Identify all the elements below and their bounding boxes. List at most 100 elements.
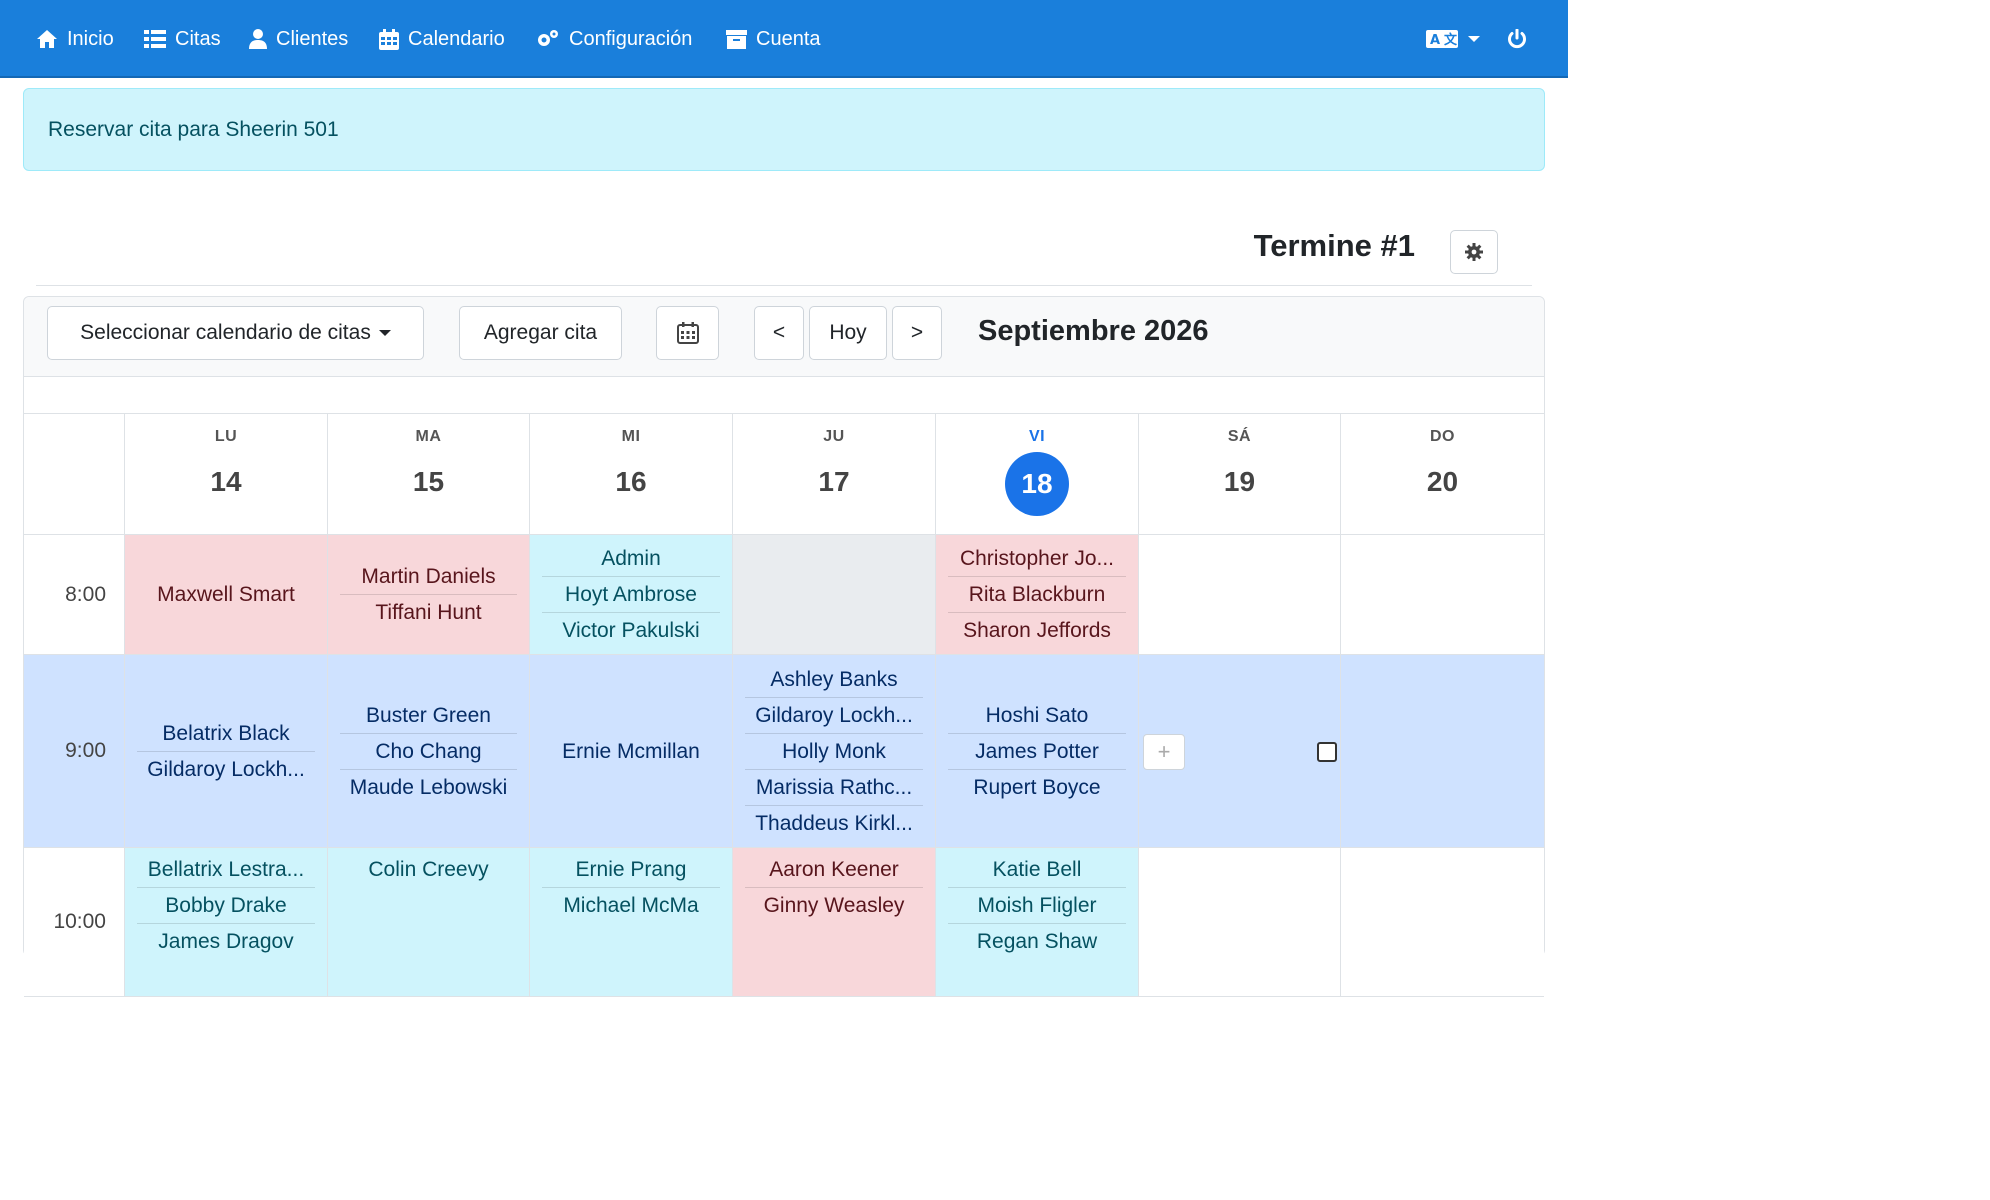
appointment-name[interactable]: Rita Blackburn: [948, 577, 1126, 613]
day-header-mi[interactable]: MI 16: [529, 414, 732, 535]
nav-label: Inicio: [67, 27, 114, 50]
appointment-name[interactable]: Bobby Drake: [137, 888, 315, 924]
appointment-name[interactable]: Christopher Jo...: [948, 541, 1126, 577]
appointment-name[interactable]: Belatrix Black: [137, 716, 315, 752]
appointment-name[interactable]: Rupert Boyce: [948, 770, 1126, 805]
power-icon: [1508, 29, 1526, 49]
add-appointment-button[interactable]: Agregar cita: [459, 306, 622, 360]
nav-label: Clientes: [276, 27, 349, 50]
time-slot[interactable]: Katie Bell Moish Fligler Regan Shaw: [935, 848, 1138, 997]
appointment-name[interactable]: Maxwell Smart: [137, 577, 315, 612]
time-slot[interactable]: [732, 535, 935, 655]
day-of-week: SÁ: [1227, 428, 1252, 445]
time-slot[interactable]: Ashley Banks Gildaroy Lockh... Holly Monk M…: [732, 655, 935, 848]
time-slot[interactable]: [1340, 655, 1544, 848]
home-icon: [37, 30, 57, 48]
appointment-name[interactable]: Aaron Keener: [745, 852, 923, 888]
appointment-name[interactable]: Katie Bell: [948, 852, 1126, 888]
day-of-week: JU: [823, 428, 845, 445]
nav-calendario[interactable]: Calendario: [379, 0, 505, 78]
select-calendar-dropdown[interactable]: Seleccionar calendario de citas: [47, 306, 424, 360]
time-slot[interactable]: Martin Daniels Tiffani Hunt: [327, 535, 529, 655]
slot-checkbox[interactable]: [1317, 741, 1337, 762]
time-slot[interactable]: [1138, 848, 1340, 997]
appointment-name[interactable]: Ginny Weasley: [745, 888, 923, 923]
appointment-name[interactable]: Admin: [542, 541, 720, 577]
nav-configuracion[interactable]: Configuración: [536, 0, 692, 78]
settings-button[interactable]: [1450, 230, 1498, 274]
time-slot[interactable]: Belatrix Black Gildaroy Lockh...: [124, 655, 327, 848]
time-label: 9:00: [24, 655, 124, 848]
time-slot[interactable]: Christopher Jo... Rita Blackburn Sharon Je…: [935, 535, 1138, 655]
appointment-name[interactable]: Martin Daniels: [340, 559, 517, 595]
time-slot[interactable]: Buster Green Cho Chang Maude Lebowski: [327, 655, 529, 848]
day-header-do[interactable]: DO 20: [1340, 414, 1544, 535]
appointment-name[interactable]: James Potter: [948, 734, 1126, 770]
appointment-name[interactable]: Holly Monk: [745, 734, 923, 770]
time-slot[interactable]: Bellatrix Lestra... Bobby Drake James Drag…: [124, 848, 327, 997]
time-label: 8:00: [24, 535, 124, 655]
appointment-name[interactable]: James Dragov: [137, 924, 315, 959]
calendar-toolbar: Seleccionar calendario de citas Agregar …: [24, 297, 1544, 377]
appointment-name[interactable]: Victor Pakulski: [542, 613, 720, 648]
time-slot[interactable]: [1138, 535, 1340, 655]
date-picker-button[interactable]: [656, 306, 719, 360]
appointment-name[interactable]: Colin Creevy: [340, 852, 517, 887]
appointment-name[interactable]: Tiffani Hunt: [340, 595, 517, 630]
time-slot[interactable]: Admin Hoyt Ambrose Victor Pakulski: [529, 535, 732, 655]
appointment-name[interactable]: Michael McMa: [542, 888, 720, 923]
today-button[interactable]: Hoy: [809, 306, 887, 360]
time-slot[interactable]: Aaron Keener Ginny Weasley: [732, 848, 935, 997]
appointment-name[interactable]: Thaddeus Kirkl...: [745, 806, 923, 841]
appointment-name[interactable]: Maude Lebowski: [340, 770, 517, 805]
nav-clientes[interactable]: Clientes: [249, 0, 348, 78]
appointment-name[interactable]: Bellatrix Lestra...: [137, 852, 315, 888]
day-header-vi[interactable]: VI 18: [935, 414, 1138, 535]
appointment-name[interactable]: Buster Green: [340, 698, 517, 734]
day-header-sá[interactable]: SÁ 19: [1138, 414, 1340, 535]
time-slot[interactable]: Maxwell Smart: [124, 535, 327, 655]
logout-button[interactable]: [1507, 0, 1527, 78]
day-of-week: VI: [1028, 428, 1046, 445]
next-week-button[interactable]: >: [892, 306, 942, 360]
svg-text:A: A: [1430, 33, 1440, 48]
time-slot[interactable]: Ernie Mcmillan: [529, 655, 732, 848]
prev-label: <: [772, 321, 786, 344]
appointment-name[interactable]: Hoshi Sato: [948, 698, 1126, 734]
appointment-name[interactable]: Gildaroy Lockh...: [137, 752, 315, 787]
appointment-name[interactable]: Sharon Jeffords: [948, 613, 1126, 648]
add-slot-button[interactable]: +: [1143, 733, 1185, 770]
appointment-name[interactable]: Ernie Prang: [542, 852, 720, 888]
day-header-ju[interactable]: JU 17: [732, 414, 935, 535]
calendar-card: Seleccionar calendario de citas Agregar …: [23, 296, 1545, 997]
day-header-lu[interactable]: LU 14: [124, 414, 327, 535]
appointment-name[interactable]: Marissia Rathc...: [745, 770, 923, 806]
appointment-name[interactable]: Regan Shaw: [948, 924, 1126, 959]
day-number: 17: [818, 466, 850, 497]
select-calendar-label: Seleccionar calendario de citas: [80, 321, 371, 344]
add-appointment-label: Agregar cita: [483, 321, 598, 344]
appointment-name[interactable]: Hoyt Ambrose: [542, 577, 720, 613]
nav-inicio[interactable]: Inicio: [36, 0, 114, 78]
time-slot[interactable]: Hoshi Sato James Potter Rupert Boyce: [935, 655, 1138, 848]
appointment-name[interactable]: Ernie Mcmillan: [542, 734, 720, 769]
time-slot[interactable]: [1340, 848, 1544, 997]
day-of-week: DO: [1430, 428, 1455, 445]
appointment-name[interactable]: Cho Chang: [340, 734, 517, 770]
appointment-name[interactable]: Ashley Banks: [745, 662, 923, 698]
language-dropdown[interactable]: A文: [1426, 0, 1480, 78]
time-slot[interactable]: Colin Creevy: [327, 848, 529, 997]
time-slot[interactable]: Ernie Prang Michael McMa: [529, 848, 732, 997]
prev-week-button[interactable]: <: [754, 306, 804, 360]
appointment-name[interactable]: Moish Fligler: [948, 888, 1126, 924]
time-slot[interactable]: [1340, 535, 1544, 655]
nav-citas[interactable]: Citas: [144, 0, 221, 78]
appointment-name[interactable]: Gildaroy Lockh...: [745, 698, 923, 734]
day-header-ma[interactable]: MA 15: [327, 414, 529, 535]
day-number: 20: [1426, 466, 1459, 497]
caret-down-icon: [378, 330, 391, 336]
nav-cuenta[interactable]: Cuenta: [726, 0, 821, 78]
time-slot[interactable]: +: [1138, 655, 1340, 848]
day-number: 18: [1005, 452, 1069, 516]
alert-text: Reservar cita para Sheerin 501: [48, 117, 339, 141]
